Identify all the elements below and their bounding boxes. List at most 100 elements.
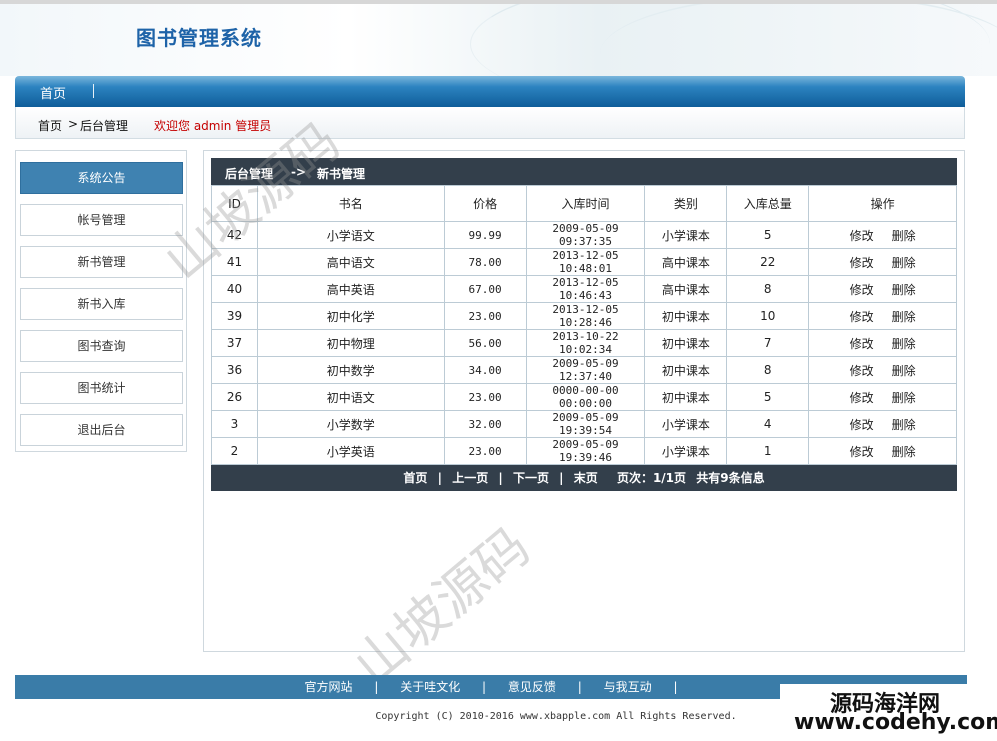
cell-total: 8: [726, 275, 810, 303]
cell-category: 初中课本: [644, 329, 728, 357]
welcome-message: 欢迎您 admin 管理员: [154, 119, 272, 133]
cell-actions: 修改 删除: [808, 302, 957, 330]
delete-link[interactable]: 删除: [892, 308, 916, 325]
pager-prev-link[interactable]: 上一页: [452, 471, 488, 485]
cell-name: 初中数学: [256, 356, 445, 384]
cell-name: 小学语文: [256, 221, 445, 249]
cell-name: 初中语文: [256, 383, 445, 411]
site-header: 图书管理系统: [0, 4, 997, 76]
table-row: 39 初中化学 23.00 2013-12-05 10:28:46 初中课本 10 修改 删除: [211, 302, 957, 330]
delete-link[interactable]: 删除: [892, 362, 916, 379]
cell-name: 高中英语: [256, 275, 445, 303]
table-row: 36 初中数学 34.00 2009-05-09 12:37:40 初中课本 8 修改 删除: [211, 356, 957, 384]
cell-price: 67.00: [443, 275, 527, 303]
delete-link[interactable]: 删除: [892, 335, 916, 352]
breadcrumb-bar: 首页 > 后台管理 欢迎您 admin 管理员: [15, 107, 965, 139]
pager-separator: |: [559, 471, 564, 485]
cell-actions: 修改 删除: [808, 383, 957, 411]
pager-first-link[interactable]: 首页: [403, 471, 427, 485]
delete-link[interactable]: 删除: [892, 389, 916, 406]
sidebar-item-announcements[interactable]: 系统公告: [20, 162, 183, 194]
cell-total: 1: [726, 437, 810, 465]
edit-link[interactable]: 修改: [850, 362, 874, 379]
edit-link[interactable]: 修改: [850, 416, 874, 433]
edit-link[interactable]: 修改: [850, 281, 874, 298]
table-body: 42 小学语文 99.99 2009-05-09 09:37:35 小学课本 5 修改 删除 4…: [211, 221, 957, 465]
sidebar: 系统公告 帐号管理 新书管理 新书入库 图书查询 图书统计 退出后台: [15, 150, 187, 452]
pager-separator: |: [437, 471, 442, 485]
breadcrumb-home[interactable]: 首页: [38, 117, 62, 134]
cell-price: 23.00: [443, 302, 527, 330]
cell-time: 2009-05-09 09:37:35: [525, 221, 646, 249]
column-header-category: 类别: [644, 185, 728, 222]
edit-link[interactable]: 修改: [850, 308, 874, 325]
cell-total: 5: [726, 221, 810, 249]
breadcrumb-current: 后台管理: [80, 119, 129, 133]
table-row: 26 初中语文 23.00 0000-00-00 00:00:00 初中课本 5 修改 删除: [211, 383, 957, 411]
sidebar-item-new-books[interactable]: 新书管理: [20, 246, 183, 278]
footer-link-about[interactable]: 关于哇文化: [400, 680, 460, 694]
cell-time: 2009-05-09 19:39:54: [525, 410, 646, 438]
footer-link-interact[interactable]: 与我互动: [604, 680, 652, 694]
footer-separator: |: [482, 680, 487, 694]
cell-total: 4: [726, 410, 810, 438]
panel-crumb-current: 新书管理: [317, 167, 366, 181]
cell-time: 2009-05-09 19:39:46: [525, 437, 646, 465]
panel-crumb-arrow: ->: [291, 165, 307, 179]
cell-category: 小学课本: [644, 221, 728, 249]
nav-separator: [93, 84, 94, 98]
cell-total: 10: [726, 302, 810, 330]
edit-link[interactable]: 修改: [850, 254, 874, 271]
column-header-id: ID: [211, 185, 258, 222]
column-header-name: 书名: [256, 185, 445, 222]
cell-id: 26: [211, 383, 258, 411]
delete-link[interactable]: 删除: [892, 227, 916, 244]
cell-name: 初中物理: [256, 329, 445, 357]
pager-next-link[interactable]: 下一页: [513, 471, 549, 485]
sidebar-item-search[interactable]: 图书查询: [20, 330, 183, 362]
sidebar-item-stock-in[interactable]: 新书入库: [20, 288, 183, 320]
sidebar-item-accounts[interactable]: 帐号管理: [20, 204, 183, 236]
column-header-time: 入库时间: [525, 185, 646, 222]
cell-category: 高中课本: [644, 248, 728, 276]
cell-total: 7: [726, 329, 810, 357]
cell-name: 小学英语: [256, 437, 445, 465]
cell-id: 37: [211, 329, 258, 357]
nav-item-home[interactable]: 首页: [40, 83, 66, 102]
cell-id: 3: [211, 410, 258, 438]
footer-separator: |: [374, 680, 379, 694]
cell-category: 小学课本: [644, 410, 728, 438]
edit-link[interactable]: 修改: [850, 389, 874, 406]
delete-link[interactable]: 删除: [892, 416, 916, 433]
cell-id: 39: [211, 302, 258, 330]
cell-price: 23.00: [443, 437, 527, 465]
pager-last-link[interactable]: 末页: [574, 471, 598, 485]
cell-category: 初中课本: [644, 302, 728, 330]
sidebar-item-statistics[interactable]: 图书统计: [20, 372, 183, 404]
footer-separator: |: [577, 680, 582, 694]
table-row: 42 小学语文 99.99 2009-05-09 09:37:35 小学课本 5 修改 删除: [211, 221, 957, 249]
cell-price: 99.99: [443, 221, 527, 249]
cell-actions: 修改 删除: [808, 410, 957, 438]
cell-name: 小学数学: [256, 410, 445, 438]
cell-category: 高中课本: [644, 275, 728, 303]
delete-link[interactable]: 删除: [892, 281, 916, 298]
footer-link-feedback[interactable]: 意见反馈: [508, 680, 556, 694]
column-header-price: 价格: [443, 185, 527, 222]
edit-link[interactable]: 修改: [850, 443, 874, 460]
delete-link[interactable]: 删除: [892, 254, 916, 271]
panel-crumb-root: 后台管理: [225, 167, 274, 181]
sidebar-item-logout[interactable]: 退出后台: [20, 414, 183, 446]
brand-watermark: 源码海洋网 www.codehy.com: [780, 684, 997, 741]
edit-link[interactable]: 修改: [850, 227, 874, 244]
cell-price: 34.00: [443, 356, 527, 384]
delete-link[interactable]: 删除: [892, 443, 916, 460]
cell-category: 初中课本: [644, 356, 728, 384]
edit-link[interactable]: 修改: [850, 335, 874, 352]
footer-link-official-site[interactable]: 官方网站: [304, 680, 352, 694]
pager-page-info: 页次：1/1页: [616, 471, 687, 485]
cell-name: 高中语文: [256, 248, 445, 276]
books-table: ID 书名 价格 入库时间 类别 入库总量 操作 42 小学语文 99.99 2009…: [211, 185, 957, 465]
cell-id: 42: [211, 221, 258, 249]
table-row: 41 高中语文 78.00 2013-12-05 10:48:01 高中课本 22 修改 删除: [211, 248, 957, 276]
